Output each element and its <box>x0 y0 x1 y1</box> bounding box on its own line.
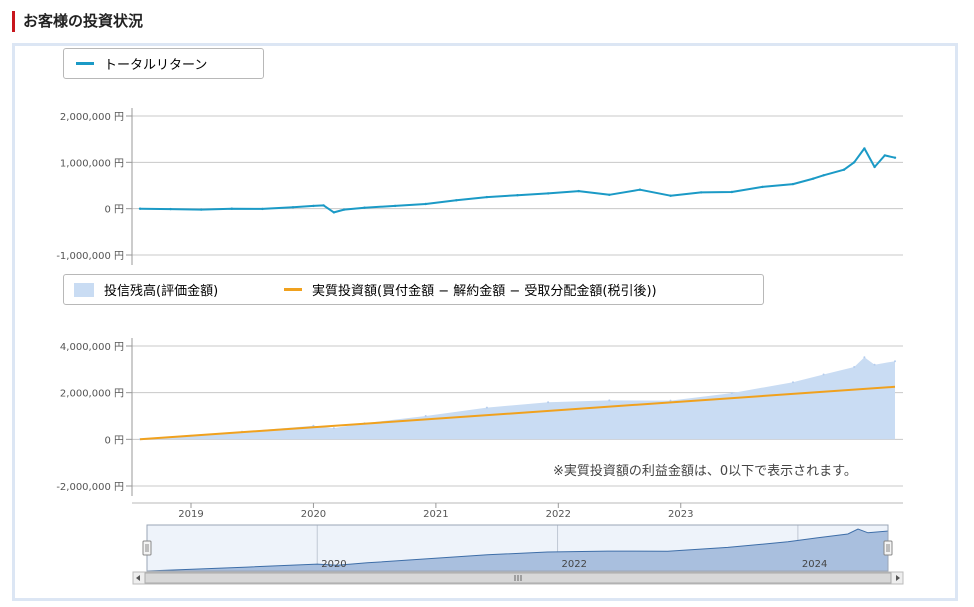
x-tick-label: 2021 <box>423 509 448 520</box>
total-return-point <box>291 206 295 209</box>
total-return-point <box>730 190 733 194</box>
navigator-handle[interactable] <box>142 540 152 556</box>
total-return-point <box>863 147 866 150</box>
total-return-point <box>516 194 519 197</box>
legend-label-invested: 実質投資額(買付金額 − 解約金額 − 受取分配金額(税引後)) <box>312 284 657 299</box>
y-tick-label: 0 円 <box>104 205 124 216</box>
legend-label-total-return: トータルリターン <box>104 58 208 73</box>
y-tick-label: 0 円 <box>104 435 124 446</box>
total-return-point <box>332 211 336 214</box>
navigator-handle[interactable] <box>883 540 893 556</box>
balance-point <box>822 373 825 376</box>
total-return-point <box>200 208 203 211</box>
balance-swatch <box>74 282 94 297</box>
total-return-point <box>608 193 611 196</box>
balance-point <box>792 381 794 384</box>
legend-item-total-return[interactable]: トータルリターン <box>76 49 207 78</box>
total-return-point <box>363 206 366 209</box>
total-return-point <box>577 189 580 193</box>
y-tick-label: 1,000,000 円 <box>60 158 124 169</box>
total-return-point <box>485 195 489 199</box>
total-return-line <box>139 147 896 214</box>
total-return-point <box>873 165 876 169</box>
x-tick-label: 2020 <box>301 509 326 520</box>
total-return-point <box>424 202 427 206</box>
navigator-tick-label: 2020 <box>321 559 346 570</box>
y-tick-label: -1,000,000 円 <box>56 251 124 262</box>
balance-point <box>894 360 896 363</box>
balance-point <box>547 401 550 404</box>
total-return-point <box>638 188 642 191</box>
y-tick-label: 4,000,000 円 <box>60 342 124 353</box>
total-return-point <box>230 207 233 210</box>
total-return-point <box>812 177 815 180</box>
total-return-point <box>699 191 703 194</box>
navigator-tick-label: 2022 <box>562 559 587 570</box>
chart-note: ※実質投資額の利益金額は、0以下で表示されます。 <box>553 464 857 479</box>
y-tick-label: 2,000,000 円 <box>60 112 124 123</box>
total-return-point <box>261 207 264 211</box>
legend-item-balance[interactable]: 投信残高(評価金額) <box>74 275 218 304</box>
balance-point <box>608 399 611 402</box>
total-return-point <box>791 182 795 186</box>
legend-item-invested[interactable]: 実質投資額(買付金額 − 解約金額 − 受取分配金額(税引後)) <box>284 275 657 304</box>
total-return-point <box>312 204 315 208</box>
y-tick-label: 2,000,000 円 <box>60 389 124 400</box>
balance-point <box>332 427 335 430</box>
total-return-point <box>842 168 846 171</box>
total-return-point <box>342 208 346 211</box>
navigator-tick-label: 2024 <box>802 559 827 570</box>
total-return-point <box>455 199 458 202</box>
total-return-point <box>393 204 397 208</box>
total-return-point <box>169 207 172 211</box>
balance-point <box>669 399 672 402</box>
legend-balance-invested: 投信残高(評価金額) 実質投資額(買付金額 − 解約金額 − 受取分配金額(税引… <box>63 274 764 305</box>
total-return-point <box>138 207 142 210</box>
y-tick-label: -2,000,000 円 <box>56 482 124 493</box>
balance-point <box>853 366 856 368</box>
balance-area <box>140 357 895 440</box>
total-return-point <box>322 204 325 207</box>
balance-point <box>863 356 866 359</box>
legend-label-balance: 投信残高(評価金額) <box>104 284 219 299</box>
total-return-point <box>669 194 672 197</box>
balance-point <box>730 392 733 395</box>
total-return-swatch <box>76 62 94 65</box>
balance-point <box>873 363 876 366</box>
x-tick-label: 2019 <box>178 509 203 520</box>
total-return-point <box>893 156 897 159</box>
balance-point <box>424 415 427 417</box>
total-return-point <box>883 154 886 157</box>
x-tick-label: 2023 <box>668 509 693 520</box>
invested-swatch <box>284 288 302 291</box>
total-return-point <box>853 161 856 164</box>
balance-point <box>485 406 488 409</box>
legend-total-return: トータルリターン <box>63 48 264 79</box>
total-return-point <box>546 192 550 195</box>
x-tick-label: 2022 <box>546 509 571 520</box>
total-return-point <box>761 185 764 189</box>
total-return-point <box>822 174 825 177</box>
